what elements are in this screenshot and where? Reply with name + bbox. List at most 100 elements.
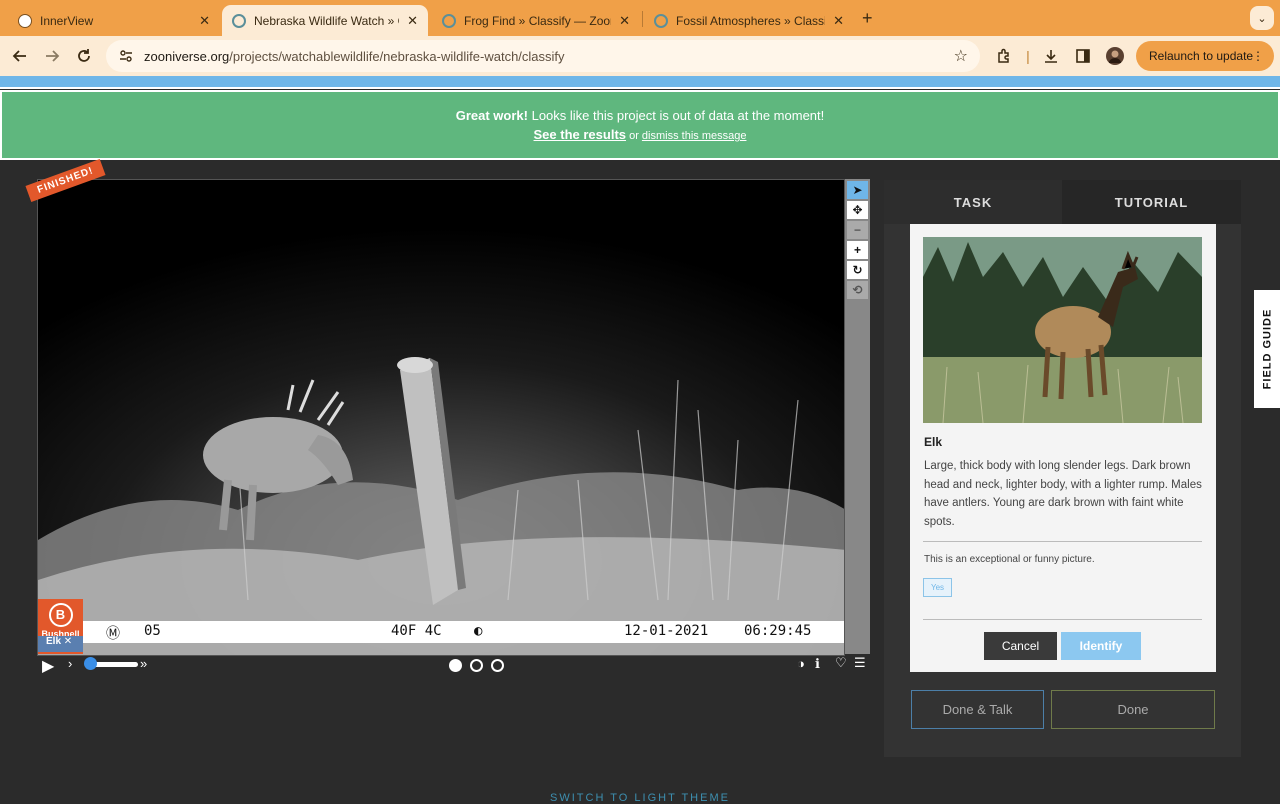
close-tab-icon[interactable]: ✕ — [619, 13, 630, 29]
tab-innerview[interactable]: InnerView ✕ — [8, 5, 220, 36]
switch-theme-link[interactable]: SWITCH TO LIGHT THEME — [0, 792, 1280, 804]
camera-mode-icon: Ⓜ — [106, 626, 120, 642]
species-tag: Elk ✕ — [38, 636, 83, 652]
frame-dot-3[interactable] — [491, 659, 504, 672]
reset-view-icon[interactable]: ⟲ — [847, 281, 868, 299]
favorite-heart-icon[interactable]: ♡ — [835, 655, 847, 671]
camera-temperature: 40F 4C — [391, 623, 442, 639]
tab-title: Fossil Atmospheres » Classify — [676, 13, 826, 28]
more-menu-icon[interactable]: ⋮ — [1252, 49, 1264, 63]
reload-icon[interactable] — [72, 44, 96, 68]
identify-button[interactable]: Identify — [1061, 632, 1141, 660]
camera-info-bar: Ⓜ 05 40F 4C ◐ 12-01-2021 06:29:45 — [46, 621, 844, 643]
innerview-favicon-icon — [18, 13, 32, 28]
species-name: Elk — [924, 435, 943, 449]
viewer-toolbar: ➤ ✥ − + ↻ ⟲ — [845, 179, 870, 654]
rotate-icon[interactable]: ↻ — [847, 261, 868, 279]
profile-avatar[interactable] — [1105, 46, 1125, 66]
close-tab-icon[interactable]: ✕ — [833, 13, 844, 29]
project-header-strip — [0, 76, 1280, 89]
address-bar[interactable]: zooniverse.org/projects/watchablewildlif… — [106, 40, 980, 72]
url-path: /projects/watchablewildlife/nebraska-wil… — [229, 48, 565, 64]
viewer-controls: ▶ › » ◑ ℹ ♡ ☰ — [38, 654, 870, 676]
pointer-tool-icon[interactable]: ➤ — [847, 181, 868, 199]
playback-speed-knob[interactable] — [84, 657, 97, 670]
field-guide-tab[interactable]: FIELD GUIDE — [1254, 290, 1280, 408]
species-description: Large, thick body with long slender legs… — [924, 460, 1202, 528]
dismiss-message-link[interactable]: dismiss this message — [642, 130, 747, 142]
relaunch-to-update-button[interactable]: Relaunch to update ⋮ — [1136, 41, 1274, 71]
close-tab-icon[interactable]: ✕ — [199, 13, 210, 29]
camera-time: 06:29:45 — [744, 623, 812, 639]
back-arrow-icon[interactable] — [8, 44, 32, 68]
species-tag-mark: ✕ — [63, 636, 73, 647]
toolbar-separator: | — [1026, 48, 1030, 64]
out-of-data-banner: Great work! Looks like this project is o… — [0, 90, 1280, 160]
tab-title: Frog Find » Classify — Zooniverse — [464, 13, 611, 28]
species-detail-card: Elk Large, thick body with long slender … — [910, 224, 1216, 672]
task-panel: TASK TUTORIAL Elk Large, thick body with… — [884, 180, 1241, 757]
panel-tabs: TASK TUTORIAL — [884, 180, 1241, 224]
tab-nebraska-wildlife-watch[interactable]: Nebraska Wildlife Watch » Classify ✕ — [222, 5, 428, 36]
camera-frame-number: 05 — [144, 623, 161, 639]
zooniverse-favicon-icon — [442, 13, 456, 28]
banner-message: Great work! Looks like this project is o… — [2, 108, 1278, 123]
collections-list-icon[interactable]: ☰ — [854, 655, 866, 671]
url-text: zooniverse.org/projects/watchablewildlif… — [144, 49, 565, 64]
tab-title: InnerView — [40, 13, 94, 28]
banner-links: See the results or dismiss this message — [2, 127, 1278, 142]
zoom-in-icon[interactable]: + — [847, 241, 868, 259]
species-tag-label: Elk — [46, 636, 62, 647]
site-settings-icon[interactable] — [116, 46, 136, 66]
species-photo — [923, 237, 1202, 423]
tab-fossil-atmospheres[interactable]: Fossil Atmospheres » Classify ✕ — [644, 5, 854, 36]
divider — [923, 541, 1202, 542]
slower-icon[interactable]: › — [68, 656, 72, 671]
download-icon[interactable] — [1041, 46, 1061, 66]
frame-dot-1[interactable] — [449, 659, 462, 672]
invert-icon[interactable]: ◑ — [797, 656, 805, 671]
faster-icon[interactable]: » — [140, 656, 147, 671]
page-content: Great work! Looks like this project is o… — [0, 76, 1280, 804]
new-tab-button[interactable]: + — [862, 8, 873, 29]
tab-title: Nebraska Wildlife Watch » Classify — [254, 13, 399, 28]
banner-or-text: or — [626, 130, 642, 142]
tab-separator — [642, 11, 643, 27]
forward-arrow-icon[interactable] — [40, 44, 64, 68]
tab-task[interactable]: TASK — [884, 180, 1062, 224]
subject-image[interactable] — [37, 179, 845, 656]
tab-search-button[interactable]: ⌄ — [1250, 6, 1274, 30]
play-icon[interactable]: ▶ — [42, 656, 54, 676]
url-host: zooniverse.org — [144, 48, 230, 64]
bushnell-b-icon: B — [48, 603, 73, 627]
info-icon[interactable]: ℹ — [815, 656, 820, 672]
exceptional-picture-question: This is an exceptional or funny picture. — [924, 554, 1095, 565]
banner-text: Looks like this project is out of data a… — [527, 108, 825, 123]
frame-dot-2[interactable] — [470, 659, 483, 672]
camera-date: 12-01-2021 — [624, 623, 709, 639]
browser-toolbar: zooniverse.org/projects/watchablewildlif… — [0, 36, 1280, 76]
divider — [923, 619, 1202, 620]
tab-frog-find[interactable]: Frog Find » Classify — Zooniverse ✕ — [432, 5, 640, 36]
move-tool-icon[interactable]: ✥ — [847, 201, 868, 219]
browser-tab-strip: InnerView ✕ Nebraska Wildlife Watch » Cl… — [0, 0, 1280, 36]
done-and-talk-button[interactable]: Done & Talk — [911, 690, 1044, 729]
bookmark-star-icon[interactable]: ☆ — [954, 46, 968, 66]
see-results-link[interactable]: See the results — [534, 127, 627, 142]
tab-tutorial[interactable]: TUTORIAL — [1062, 180, 1241, 224]
zooniverse-favicon-icon — [654, 13, 668, 28]
field-guide-label: FIELD GUIDE — [1261, 308, 1274, 390]
banner-strong-text: Great work! — [455, 108, 528, 123]
cancel-button[interactable]: Cancel — [984, 632, 1057, 660]
side-panel-icon[interactable] — [1073, 46, 1093, 66]
elk-illustration — [923, 237, 1202, 423]
done-button[interactable]: Done — [1051, 690, 1215, 729]
close-tab-icon[interactable]: ✕ — [407, 13, 418, 29]
trail-camera-photo — [38, 180, 844, 655]
zoom-out-icon[interactable]: − — [847, 221, 868, 239]
zooniverse-favicon-icon — [232, 13, 246, 28]
relaunch-label: Relaunch to update — [1149, 49, 1254, 63]
moon-phase-icon: ◐ — [474, 623, 483, 639]
yes-answer-button[interactable]: Yes — [923, 578, 952, 597]
extensions-icon[interactable] — [994, 46, 1014, 66]
